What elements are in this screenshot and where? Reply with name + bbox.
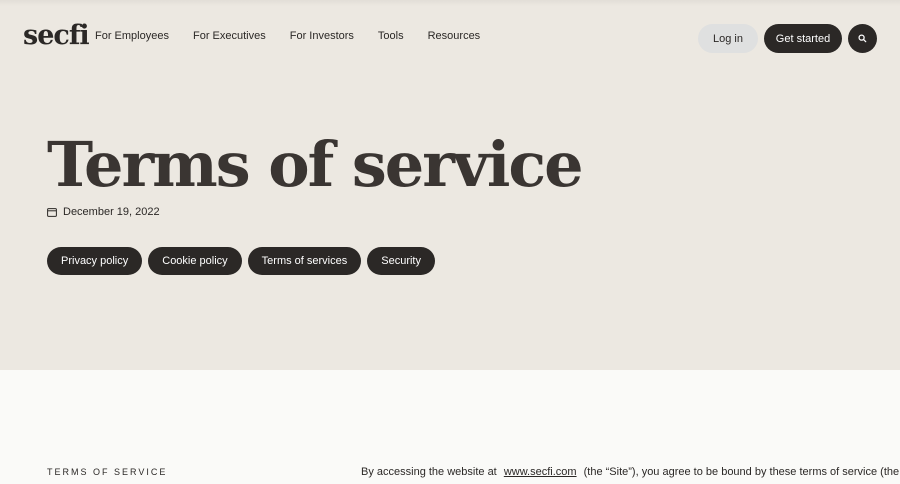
site-link[interactable]: www.secfi.com: [504, 466, 577, 478]
section-label: TERMS OF SERVICE: [47, 467, 168, 477]
search-icon: [858, 34, 867, 43]
main-nav: For Employees For Executives For Investo…: [95, 30, 504, 42]
nav-for-investors[interactable]: For Investors: [290, 30, 354, 42]
login-button[interactable]: Log in: [698, 24, 758, 53]
topbar-shadow: [0, 0, 900, 6]
calendar-icon: [47, 208, 57, 217]
pill-privacy-policy[interactable]: Privacy policy: [47, 247, 143, 275]
nav-resources[interactable]: Resources: [428, 30, 481, 42]
date-line: December 19, 2022: [47, 206, 160, 218]
page-title: Terms of service: [47, 128, 584, 201]
policy-pills: Privacy policy Cookie policy Terms of se…: [47, 247, 435, 275]
nav-for-executives[interactable]: For Executives: [193, 30, 266, 42]
intro-text-after: (the “Site”), you agree to be bound by t…: [583, 466, 900, 478]
pill-cookie-policy[interactable]: Cookie policy: [148, 247, 242, 275]
pill-security[interactable]: Security: [367, 247, 435, 275]
nav-tools[interactable]: Tools: [378, 30, 404, 42]
intro-paragraph: By accessing the website at www.secfi.co…: [361, 466, 899, 478]
get-started-button[interactable]: Get started: [764, 24, 842, 53]
secfi-logo[interactable]: secfi: [23, 20, 90, 51]
pill-terms-of-services[interactable]: Terms of services: [247, 247, 362, 275]
intro-text-before: By accessing the website at: [361, 466, 497, 478]
nav-for-employees[interactable]: For Employees: [95, 30, 169, 42]
publish-date: December 19, 2022: [63, 206, 160, 218]
search-button[interactable]: [848, 24, 877, 53]
